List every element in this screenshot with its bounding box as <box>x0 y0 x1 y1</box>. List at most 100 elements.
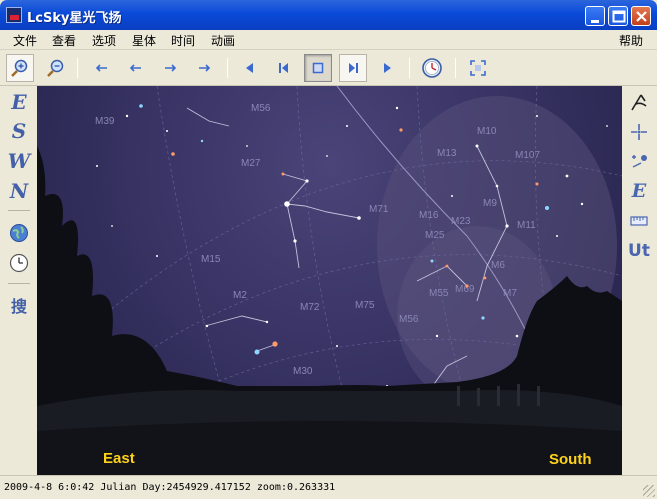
menu-help[interactable]: 帮助 <box>615 32 647 49</box>
svg-text:M15: M15 <box>201 254 221 265</box>
app-icon[interactable] <box>6 7 22 23</box>
step-backward-button[interactable] <box>270 54 298 82</box>
zoom-out-icon <box>47 59 64 77</box>
svg-text:M10: M10 <box>477 126 497 137</box>
ut-label: Ut <box>628 241 650 261</box>
step-forward-icon <box>349 63 358 73</box>
minimize-icon <box>591 20 599 23</box>
toolbar-separator <box>77 58 78 78</box>
svg-text:M13: M13 <box>437 148 457 159</box>
svg-text:M72: M72 <box>300 302 320 313</box>
stop-icon <box>312 62 324 74</box>
svg-text:M2: M2 <box>233 290 247 301</box>
zoom-in-icon <box>11 59 28 77</box>
svg-text:M107: M107 <box>515 150 540 161</box>
close-icon <box>636 11 647 22</box>
east-view-button[interactable]: E <box>7 90 31 114</box>
maximize-button[interactable] <box>608 6 628 26</box>
svg-text:M27: M27 <box>241 158 261 169</box>
title-bar[interactable]: LcSky星光飞扬 <box>0 0 657 30</box>
svg-text:M75: M75 <box>355 300 375 311</box>
arrow-right-far-icon <box>199 64 211 72</box>
resize-grip[interactable] <box>643 485 655 497</box>
west-view-button[interactable]: W <box>7 149 31 173</box>
play-forward-icon <box>384 63 391 73</box>
compass-tool-button[interactable] <box>627 90 651 114</box>
close-button[interactable] <box>631 6 651 26</box>
locate-tool-button[interactable] <box>627 149 651 173</box>
svg-text:M16: M16 <box>419 210 439 221</box>
menu-options[interactable]: 选项 <box>88 32 120 49</box>
svg-text:M69: M69 <box>455 284 475 295</box>
east-horizon-label: East <box>103 450 135 467</box>
svg-text:M56: M56 <box>399 314 419 325</box>
menu-view[interactable]: 查看 <box>48 32 80 49</box>
pan-left-button[interactable] <box>122 54 150 82</box>
svg-text:M30: M30 <box>293 366 313 377</box>
fullscreen-icon <box>470 60 486 76</box>
center-tool-button[interactable] <box>627 120 651 144</box>
right-toolbar: E Ut <box>622 86 657 475</box>
status-bar: 2009-4-8 6:0:42 Julian Day:2454929.41715… <box>0 475 657 499</box>
minimize-button[interactable] <box>585 6 605 26</box>
arrow-right-icon <box>165 64 177 72</box>
svg-text:M25: M25 <box>425 230 445 241</box>
zoom-in-button[interactable] <box>6 54 34 82</box>
left-toolbar: E S W N 搜 <box>0 86 37 475</box>
svg-text:M9: M9 <box>483 198 497 209</box>
step-forward-button[interactable] <box>339 54 367 82</box>
left-toolbar-separator <box>8 283 30 284</box>
compass-icon <box>631 94 647 111</box>
clock-icon <box>9 253 29 273</box>
svg-text:M39: M39 <box>95 116 115 127</box>
clock-reset-icon <box>422 58 442 78</box>
globe-button[interactable] <box>7 221 31 245</box>
svg-text:M6: M6 <box>491 260 505 271</box>
sky-chart[interactable]: M39 M56 M27 M13 M10 M107 M71 M9 M16 M23 … <box>37 86 622 475</box>
south-view-button[interactable]: S <box>7 119 31 143</box>
pan-right-far-button[interactable] <box>190 54 218 82</box>
svg-text:M56: M56 <box>251 103 271 114</box>
arrow-left-icon <box>129 64 141 72</box>
zoom-out-button[interactable] <box>42 54 70 82</box>
left-toolbar-separator <box>8 210 30 211</box>
locate-icon <box>632 155 647 168</box>
window-title: LcSky星光飞扬 <box>27 11 122 26</box>
sky-view[interactable]: M39 M56 M27 M13 M10 M107 M71 M9 M16 M23 … <box>37 86 622 475</box>
arrow-left-far-icon <box>95 64 107 72</box>
menu-file[interactable]: 文件 <box>9 32 41 49</box>
toolbar <box>0 50 657 86</box>
step-backward-icon <box>279 63 288 73</box>
svg-text:M11: M11 <box>517 220 536 231</box>
fullscreen-button[interactable] <box>464 54 492 82</box>
crosshair-icon <box>631 124 647 140</box>
clock-reset-button[interactable] <box>418 54 446 82</box>
play-backward-button[interactable] <box>236 54 264 82</box>
menu-objects[interactable]: 星体 <box>128 32 160 49</box>
toolbar-separator <box>455 58 456 78</box>
ut-tool-button[interactable]: Ut <box>627 239 651 263</box>
menu-time[interactable]: 时间 <box>167 32 199 49</box>
pan-right-button[interactable] <box>156 54 184 82</box>
play-forward-button[interactable] <box>373 54 401 82</box>
status-text: 2009-4-8 6:0:42 Julian Day:2454929.41715… <box>4 482 336 493</box>
pan-left-far-button[interactable] <box>88 54 116 82</box>
svg-text:M71: M71 <box>369 204 389 215</box>
menu-animation[interactable]: 动画 <box>207 32 239 49</box>
svg-text:M23: M23 <box>451 216 471 227</box>
play-backward-icon <box>246 63 253 73</box>
south-horizon-label: South <box>549 451 592 468</box>
ruler-tool-button[interactable] <box>627 209 651 233</box>
menu-bar: 文件 查看 选项 星体 时间 动画 帮助 <box>0 30 657 50</box>
north-view-button[interactable]: N <box>7 179 31 203</box>
toolbar-separator <box>409 58 410 78</box>
ecliptic-label: E <box>631 180 647 202</box>
search-button[interactable]: 搜 <box>7 293 31 317</box>
ecliptic-tool-button[interactable]: E <box>627 179 651 203</box>
maximize-icon <box>612 10 626 23</box>
toolbar-separator <box>227 58 228 78</box>
stop-button[interactable] <box>304 54 332 82</box>
time-button[interactable] <box>7 251 31 275</box>
ruler-icon <box>630 216 648 226</box>
svg-text:M7: M7 <box>503 288 517 299</box>
